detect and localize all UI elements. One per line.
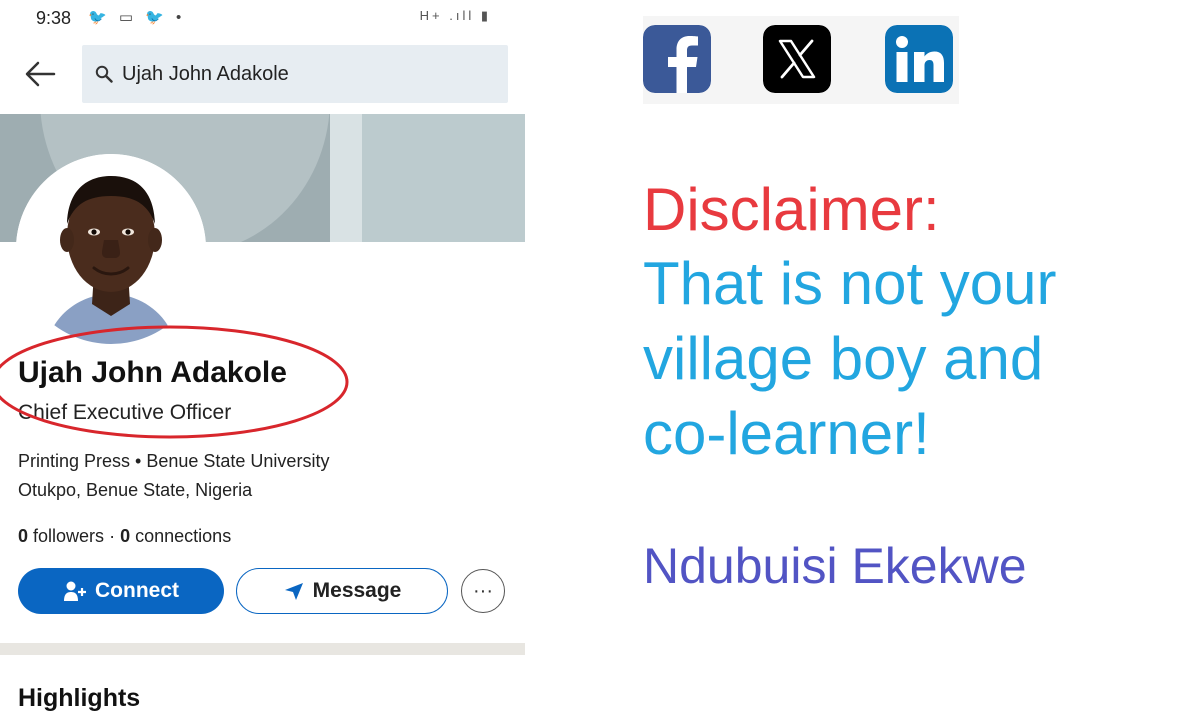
- search-bar: Ujah John Adakole: [0, 44, 525, 106]
- search-input[interactable]: Ujah John Adakole: [82, 45, 508, 103]
- statement-line: co-learner!: [643, 400, 930, 467]
- followers-count: 0: [18, 526, 29, 546]
- section-divider: [0, 643, 525, 655]
- statement-line: That is not your: [643, 250, 1057, 317]
- company-school[interactable]: Printing Press • Benue State University: [18, 451, 329, 472]
- ellipsis-icon: ···: [473, 579, 493, 602]
- more-options-button[interactable]: ···: [461, 569, 505, 613]
- send-icon: [284, 583, 303, 600]
- disclaimer-heading: Disclaimer:: [643, 176, 940, 243]
- count-separator: ·: [109, 526, 116, 546]
- connect-label: Connect: [95, 579, 179, 602]
- back-button[interactable]: [22, 56, 58, 92]
- search-query: Ujah John Adakole: [122, 63, 289, 85]
- followers-label: followers: [33, 526, 105, 546]
- connections-count: 0: [120, 526, 131, 546]
- avatar[interactable]: [16, 154, 206, 344]
- x-icon[interactable]: [763, 25, 831, 93]
- facebook-icon[interactable]: [643, 25, 711, 93]
- connect-button[interactable]: Connect: [18, 568, 224, 614]
- author-name: Ndubuisi Ekekwe: [643, 538, 1027, 594]
- signal-battery-icons: H+ .ıll ▮: [419, 8, 491, 23]
- disclaimer-statement: That is not your village boy and co-lear…: [643, 246, 1183, 471]
- status-time: 9:38: [36, 8, 72, 28]
- linkedin-profile-screen: 9:38 🐦 ▭ 🐦 • H+ .ıll ▮ Ujah John Adakole: [0, 0, 525, 717]
- back-arrow-icon: [25, 61, 56, 87]
- search-icon: [95, 65, 113, 83]
- connections-label: connections: [135, 526, 232, 546]
- profile-photo: [16, 154, 206, 344]
- statement-line: village boy and: [643, 325, 1044, 392]
- highlight-circle-annotation: [0, 325, 349, 439]
- notification-icons: 🐦 ▭ 🐦 •: [88, 9, 186, 26]
- linkedin-icon[interactable]: [885, 25, 953, 93]
- social-icons: [643, 16, 959, 104]
- add-person-icon: [64, 581, 86, 601]
- highlights-heading: Highlights: [18, 684, 141, 712]
- status-bar: 9:38 🐦 ▭ 🐦 • H+ .ıll ▮: [0, 0, 525, 36]
- followers-connections[interactable]: 0 followers · 0 connections: [18, 526, 231, 547]
- message-button[interactable]: Message: [236, 568, 448, 614]
- profile-location: Otukpo, Benue State, Nigeria: [18, 480, 253, 500]
- message-label: Message: [312, 579, 402, 602]
